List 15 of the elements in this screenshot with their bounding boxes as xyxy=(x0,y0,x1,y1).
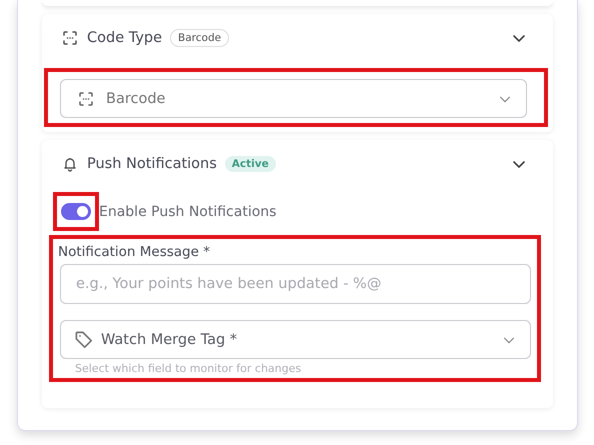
section-title: Push Notifications xyxy=(87,156,217,172)
scan-icon xyxy=(62,30,78,46)
bell-icon xyxy=(62,156,78,172)
field-label: Notification Message * xyxy=(58,244,211,260)
code-type-select[interactable]: Barcode xyxy=(60,79,527,118)
field-hint: Select which field to monitor for changes xyxy=(75,362,302,375)
status-badge: Barcode xyxy=(170,29,230,47)
toggle-label: Enable Push Notifications xyxy=(99,204,276,220)
status-badge: Active xyxy=(224,156,276,172)
message-input[interactable]: e.g., Your points have been updated - %@ xyxy=(60,264,531,304)
toggle-switch[interactable] xyxy=(61,203,91,220)
section-title: Code Type xyxy=(87,30,162,46)
scan-icon xyxy=(78,90,94,106)
merge-tag-select[interactable]: Watch Merge Tag * xyxy=(60,320,531,359)
tag-icon xyxy=(74,330,93,349)
